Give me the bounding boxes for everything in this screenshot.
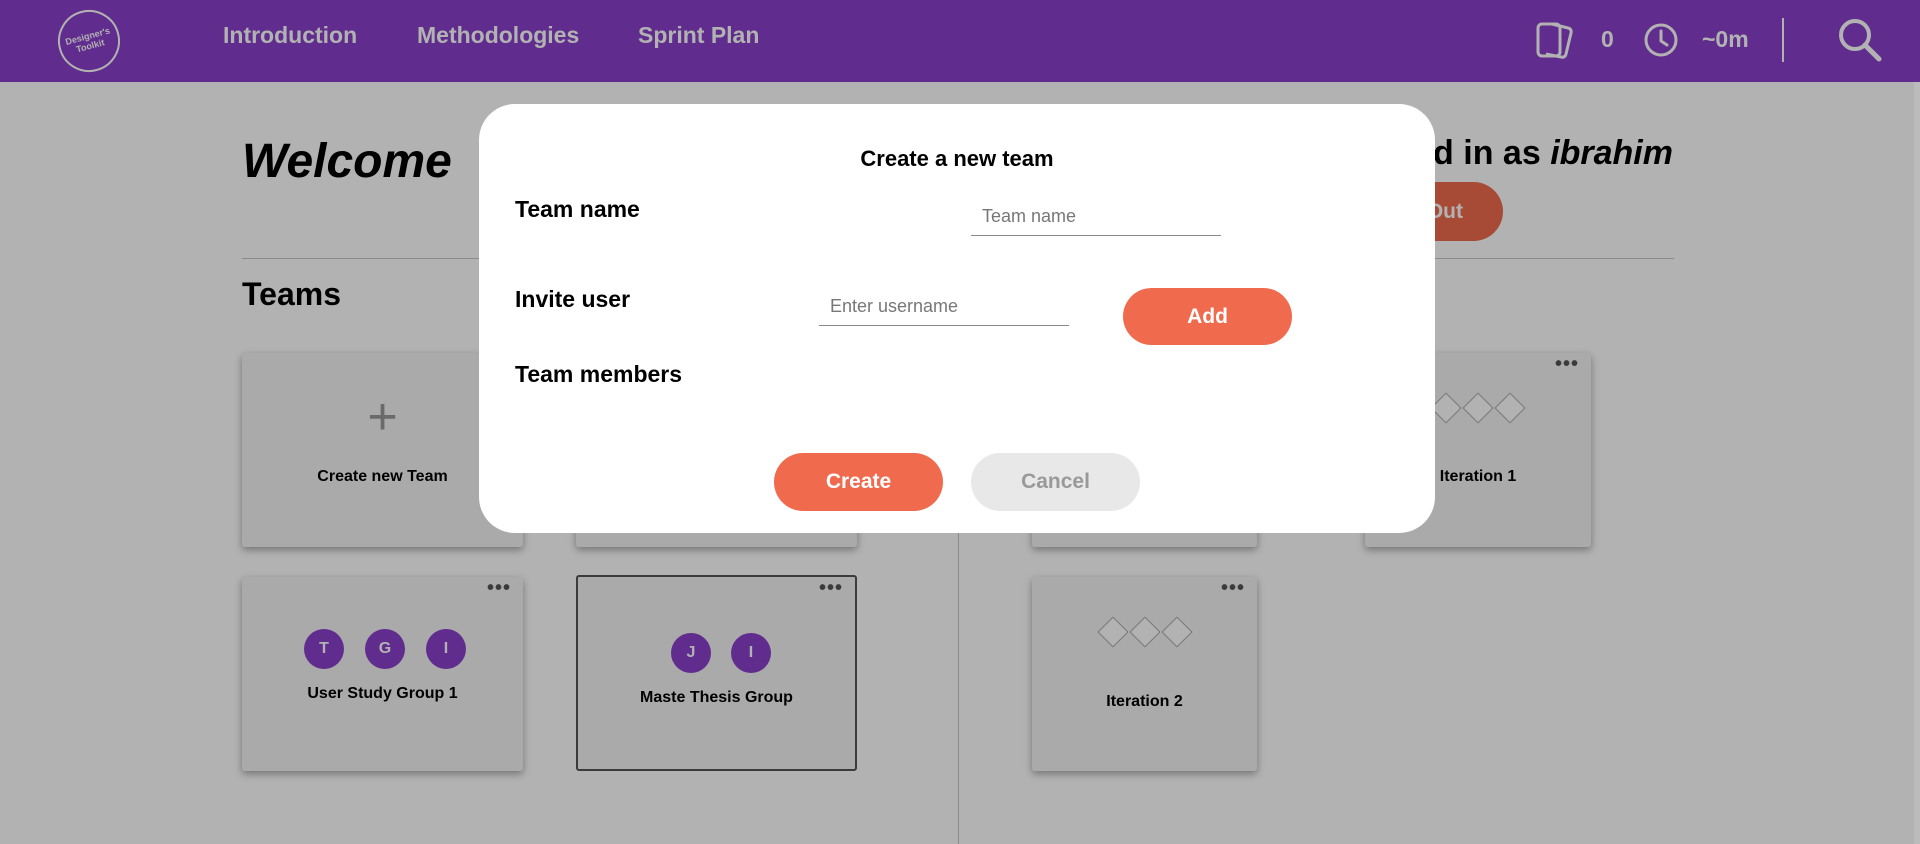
modal-title: Create a new team bbox=[860, 146, 1054, 171]
username-input[interactable] bbox=[819, 288, 1069, 326]
invite-user-label: Invite user bbox=[515, 286, 631, 312]
team-name-input[interactable] bbox=[971, 198, 1221, 236]
scrollbar[interactable] bbox=[1914, 82, 1920, 844]
team-members-label: Team members bbox=[515, 361, 683, 387]
team-name-label: Team name bbox=[515, 196, 640, 222]
create-button[interactable]: Create bbox=[774, 453, 943, 511]
add-user-button[interactable]: Add bbox=[1123, 288, 1292, 345]
create-team-modal: Create a new team Team name Invite user … bbox=[479, 104, 1435, 533]
cancel-button[interactable]: Cancel bbox=[971, 453, 1140, 511]
